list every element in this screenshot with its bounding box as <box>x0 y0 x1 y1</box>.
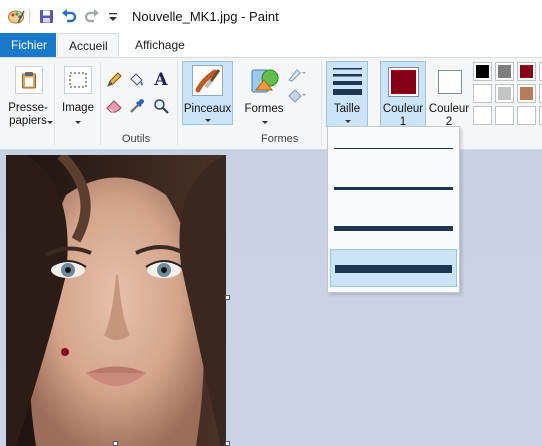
title-bar: Nouvelle_MK1.jpg - Paint <box>0 0 542 33</box>
palette-swatch[interactable] <box>473 62 492 81</box>
clipboard-label-2: papiers <box>9 115 47 127</box>
clipboard-label-1: Presse- <box>8 102 48 114</box>
palette-swatch[interactable] <box>517 84 536 103</box>
fill-bucket-icon[interactable] <box>127 70 147 90</box>
tab-view[interactable]: Affichage <box>124 33 196 57</box>
ribbon: Presse- papiers Image A Outils Pinceaux <box>0 57 542 150</box>
brushes-label: Pinceaux <box>183 103 232 115</box>
image-button[interactable]: Image <box>58 61 98 145</box>
brushes-button[interactable]: Pinceaux <box>182 61 233 125</box>
chevron-down-icon <box>262 121 268 124</box>
color1-label-1: Couleur <box>382 103 424 115</box>
palette-swatch[interactable] <box>495 62 514 81</box>
size-option[interactable] <box>330 129 457 167</box>
fill-icon[interactable] <box>287 86 307 106</box>
image-label: Image <box>62 102 94 114</box>
size-line-sample <box>334 226 453 231</box>
window-title: Nouvelle_MK1.jpg - Paint <box>132 9 279 24</box>
palette-swatch[interactable] <box>517 62 536 81</box>
qat-separator <box>29 9 30 23</box>
redo-icon[interactable] <box>83 8 100 25</box>
canvas-image[interactable] <box>6 155 226 446</box>
size-button[interactable]: Taille <box>326 61 368 127</box>
chevron-down-icon <box>345 120 351 123</box>
clipboard-button[interactable]: Presse- papiers <box>5 61 53 145</box>
size-option[interactable] <box>330 249 457 287</box>
palette-swatch[interactable] <box>473 84 492 103</box>
tools-group-label: Outils <box>122 133 151 145</box>
size-line-sample <box>334 148 453 149</box>
tab-home[interactable]: Accueil <box>57 33 119 58</box>
palette-swatch-empty[interactable] <box>473 106 492 125</box>
customize-qat-icon[interactable] <box>104 8 121 25</box>
eraser-icon[interactable] <box>104 96 124 116</box>
group-separator <box>54 62 55 146</box>
color-picker-icon[interactable] <box>127 96 147 116</box>
group-separator <box>177 62 178 146</box>
paint-app-icon[interactable] <box>8 8 25 25</box>
color2-label-1: Couleur <box>428 103 470 115</box>
palette-swatch[interactable] <box>495 84 514 103</box>
undo-icon[interactable] <box>60 8 77 25</box>
group-separator <box>100 62 101 146</box>
color1-swatch <box>388 67 419 97</box>
resize-handle-corner[interactable] <box>225 441 230 446</box>
group-separator <box>321 62 322 146</box>
color2-swatch <box>438 70 462 94</box>
color2-button[interactable]: Couleur 2 <box>427 61 471 128</box>
size-label: Taille <box>333 103 361 115</box>
select-icon <box>64 66 92 94</box>
shapes-group-label: Formes <box>261 133 299 145</box>
chevron-down-icon <box>75 121 81 124</box>
shapes-label: Formes <box>244 103 284 115</box>
resize-handle-right[interactable] <box>225 295 230 300</box>
outline-icon[interactable] <box>287 64 307 84</box>
size-line-sample <box>334 187 453 190</box>
tab-file[interactable]: Fichier <box>0 33 56 57</box>
ribbon-tabs: Fichier Accueil Affichage <box>0 33 542 58</box>
palette-swatch-empty[interactable] <box>517 106 536 125</box>
save-icon[interactable] <box>38 8 55 25</box>
portrait-photo <box>6 155 226 446</box>
size-option[interactable] <box>330 169 457 207</box>
chevron-down-icon <box>205 119 211 122</box>
magnifier-icon[interactable] <box>151 96 171 116</box>
shapes-icon <box>250 66 280 96</box>
size-line-sample <box>335 265 452 273</box>
chevron-down-icon <box>47 121 53 124</box>
pencil-icon[interactable] <box>104 70 124 90</box>
brush-icon <box>192 65 223 96</box>
resize-handle-bottom[interactable] <box>113 441 118 446</box>
size-dropdown <box>327 126 460 293</box>
size-option[interactable] <box>330 209 457 247</box>
text-tool-icon[interactable]: A <box>151 70 171 90</box>
palette-swatch-empty[interactable] <box>495 106 514 125</box>
color1-button[interactable]: Couleur 1 <box>380 61 426 128</box>
line-size-icon <box>333 66 362 96</box>
clipboard-icon <box>15 66 43 94</box>
